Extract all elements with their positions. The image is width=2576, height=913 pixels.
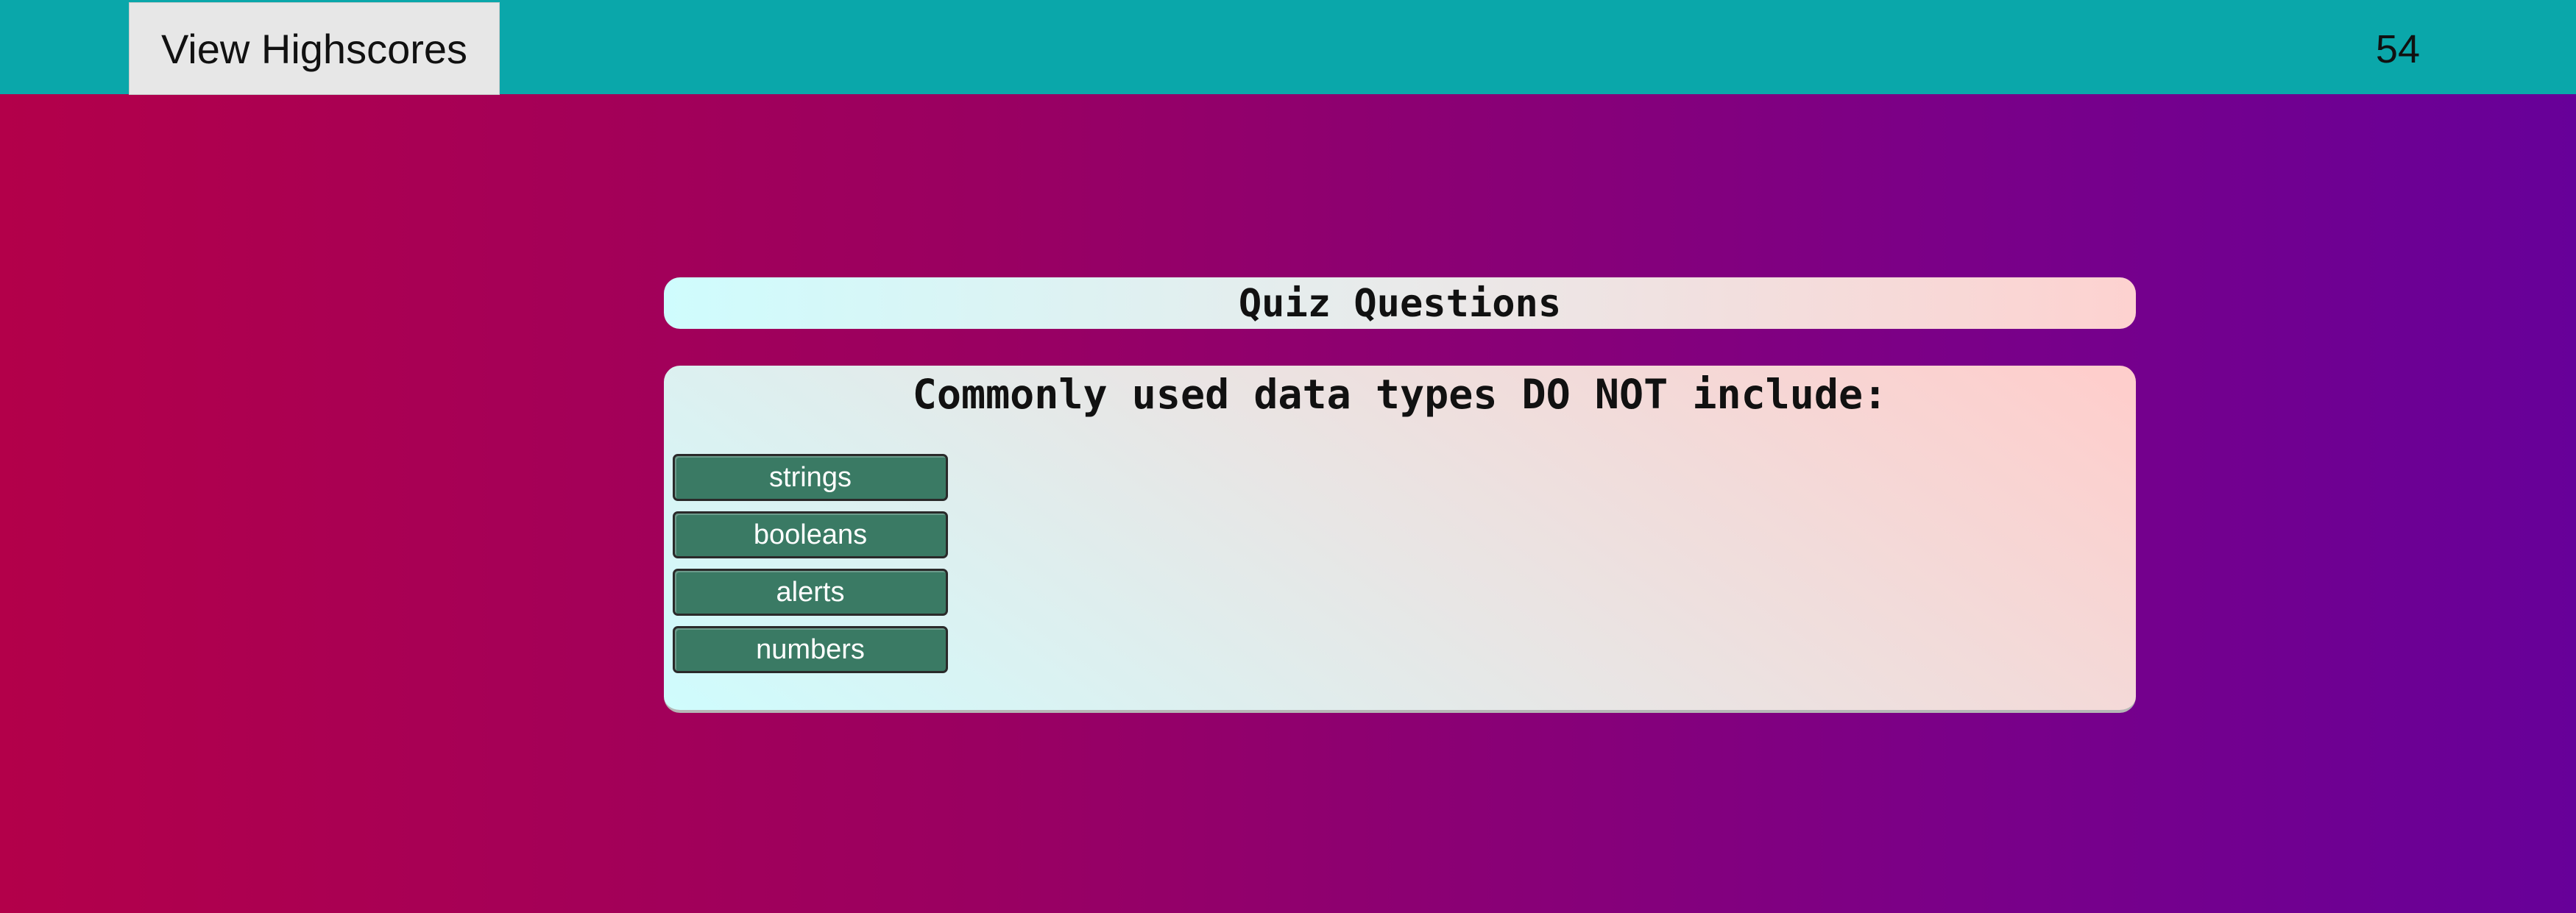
answer-button[interactable]: strings — [673, 454, 948, 501]
quiz-title: Quiz Questions — [664, 277, 2136, 329]
timer: 54 — [2375, 27, 2420, 71]
top-bar: View Highscores 54 — [0, 0, 2576, 95]
question-card: Commonly used data types DO NOT include:… — [664, 366, 2136, 713]
answer-list: strings booleans alerts numbers — [673, 454, 952, 683]
answer-button[interactable]: alerts — [673, 569, 948, 616]
answer-button[interactable]: numbers — [673, 626, 948, 673]
answer-button[interactable]: booleans — [673, 511, 948, 558]
view-highscores-button[interactable]: View Highscores — [129, 2, 500, 95]
question-text: Commonly used data types DO NOT include: — [912, 371, 1888, 418]
